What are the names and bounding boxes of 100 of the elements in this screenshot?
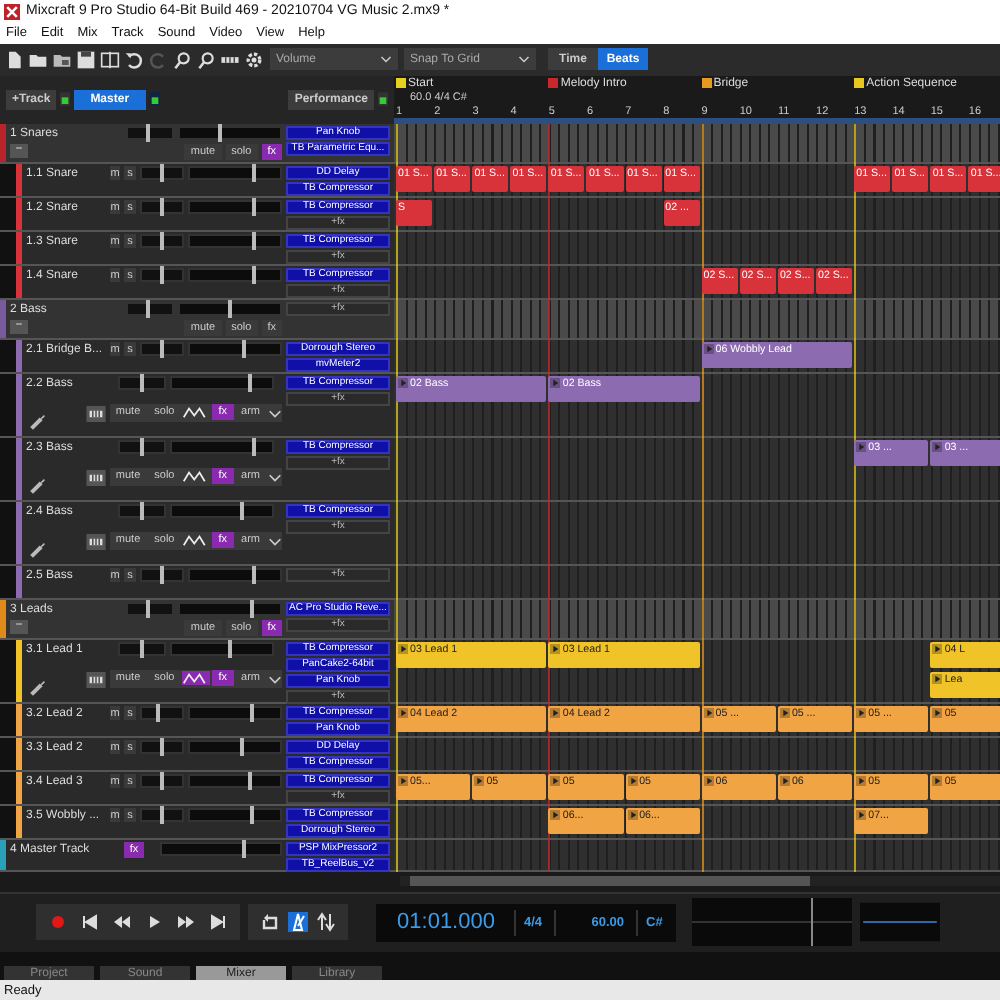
volume-slider[interactable] bbox=[178, 126, 282, 141]
horizontal-scrollbar[interactable] bbox=[400, 876, 1000, 887]
play-icon[interactable] bbox=[932, 775, 943, 786]
fast-forward-icon[interactable] bbox=[176, 912, 196, 933]
pan-slider[interactable] bbox=[118, 642, 166, 657]
envelope-icon[interactable] bbox=[182, 468, 211, 485]
slider-thumb[interactable] bbox=[159, 266, 164, 285]
slider-thumb[interactable] bbox=[159, 566, 164, 585]
pan-slider[interactable] bbox=[139, 568, 184, 583]
pan-slider[interactable] bbox=[139, 200, 184, 215]
slider-thumb[interactable] bbox=[252, 164, 257, 183]
undo-icon[interactable] bbox=[124, 49, 144, 70]
new-file-icon[interactable] bbox=[4, 49, 24, 70]
envelope-icon[interactable] bbox=[182, 404, 211, 421]
volume-slider[interactable] bbox=[187, 706, 282, 721]
play-icon[interactable] bbox=[627, 775, 638, 786]
pan-slider[interactable] bbox=[118, 376, 166, 391]
volume-slider[interactable] bbox=[187, 200, 282, 215]
slider-thumb[interactable] bbox=[239, 738, 244, 757]
split-icon[interactable] bbox=[100, 49, 120, 70]
volume-slider[interactable] bbox=[178, 302, 282, 317]
caret-icon[interactable] bbox=[268, 671, 282, 686]
slider-thumb[interactable] bbox=[145, 600, 150, 619]
play-icon[interactable] bbox=[856, 809, 867, 820]
play-icon[interactable] bbox=[550, 707, 561, 718]
slider-thumb[interactable] bbox=[242, 840, 247, 859]
play-icon[interactable] bbox=[398, 707, 408, 718]
play-icon[interactable] bbox=[398, 775, 408, 786]
volume-slider[interactable] bbox=[170, 642, 274, 657]
play-icon[interactable] bbox=[550, 809, 561, 820]
volume-slider[interactable] bbox=[187, 268, 282, 283]
marker-flag-icon[interactable] bbox=[701, 78, 712, 89]
pan-slider[interactable] bbox=[139, 166, 184, 181]
volume-slider[interactable] bbox=[170, 440, 274, 455]
arrows-icon[interactable] bbox=[316, 912, 336, 933]
play-icon[interactable] bbox=[932, 643, 943, 654]
slider-thumb[interactable] bbox=[159, 806, 164, 825]
volume-slider[interactable] bbox=[170, 376, 274, 391]
loop-icon[interactable] bbox=[260, 912, 280, 933]
play-icon[interactable] bbox=[856, 775, 867, 786]
pan-slider[interactable] bbox=[139, 234, 184, 249]
slider-thumb[interactable] bbox=[155, 704, 160, 723]
zoom-in-icon[interactable] bbox=[172, 49, 192, 70]
play-icon[interactable] bbox=[398, 643, 408, 654]
play-icon[interactable] bbox=[550, 775, 561, 786]
zoom-out-icon[interactable] bbox=[196, 49, 216, 70]
play-icon[interactable] bbox=[703, 707, 714, 718]
play-icon[interactable] bbox=[627, 809, 638, 820]
rewind-icon[interactable] bbox=[112, 912, 132, 933]
play-icon[interactable] bbox=[932, 673, 943, 684]
save-icon[interactable] bbox=[76, 49, 96, 70]
keyboard-icon[interactable] bbox=[85, 671, 106, 688]
volume-slider[interactable] bbox=[187, 774, 282, 789]
play-icon[interactable] bbox=[856, 707, 867, 718]
slider-thumb[interactable] bbox=[159, 738, 164, 757]
play-icon[interactable] bbox=[703, 775, 714, 786]
skip-back-icon[interactable] bbox=[80, 912, 100, 933]
volume-slider[interactable] bbox=[187, 568, 282, 583]
caret-icon[interactable] bbox=[268, 405, 282, 420]
keyboard-icon[interactable] bbox=[85, 469, 106, 486]
slider-thumb[interactable] bbox=[247, 772, 252, 791]
pan-slider[interactable] bbox=[139, 342, 184, 357]
keyboard-icon[interactable] bbox=[85, 533, 106, 550]
folder-icon[interactable] bbox=[52, 49, 72, 70]
marker-flag-icon[interactable] bbox=[548, 78, 559, 89]
volume-slider[interactable] bbox=[187, 342, 282, 357]
slider-thumb[interactable] bbox=[145, 124, 150, 143]
settings-icon[interactable] bbox=[244, 49, 264, 70]
marker-flag-icon[interactable] bbox=[396, 78, 406, 89]
slider-thumb[interactable] bbox=[252, 266, 257, 285]
play-icon[interactable] bbox=[779, 775, 790, 786]
slider-thumb[interactable] bbox=[159, 340, 164, 359]
metronome-icon[interactable] bbox=[288, 912, 308, 933]
volume-slider[interactable] bbox=[178, 602, 282, 617]
pan-slider[interactable] bbox=[139, 706, 184, 721]
caret-icon[interactable] bbox=[380, 53, 392, 66]
pan-slider[interactable] bbox=[126, 602, 174, 617]
skip-forward-icon[interactable] bbox=[208, 912, 228, 933]
volume-slider[interactable] bbox=[160, 842, 282, 857]
caret-icon[interactable] bbox=[518, 53, 530, 66]
play-icon[interactable] bbox=[474, 775, 485, 786]
play-icon[interactable] bbox=[932, 707, 943, 718]
volume-slider[interactable] bbox=[187, 740, 282, 755]
marker-flag-icon[interactable] bbox=[854, 78, 865, 89]
caret-icon[interactable] bbox=[268, 469, 282, 484]
envelope-icon[interactable] bbox=[182, 670, 211, 687]
folder-icon[interactable] bbox=[28, 49, 48, 70]
pan-slider[interactable] bbox=[139, 808, 184, 823]
pan-slider[interactable] bbox=[139, 740, 184, 755]
slider-thumb[interactable] bbox=[159, 772, 164, 791]
slider-thumb[interactable] bbox=[159, 164, 164, 183]
pan-slider[interactable] bbox=[139, 268, 184, 283]
pan-slider[interactable] bbox=[118, 440, 166, 455]
caret-icon[interactable] bbox=[268, 533, 282, 548]
slider-thumb[interactable] bbox=[145, 300, 150, 319]
volume-slider[interactable] bbox=[187, 166, 282, 181]
envelope-icon[interactable] bbox=[182, 532, 211, 549]
pan-slider[interactable] bbox=[126, 302, 174, 317]
pan-slider[interactable] bbox=[139, 774, 184, 789]
slider-thumb[interactable] bbox=[250, 806, 255, 825]
